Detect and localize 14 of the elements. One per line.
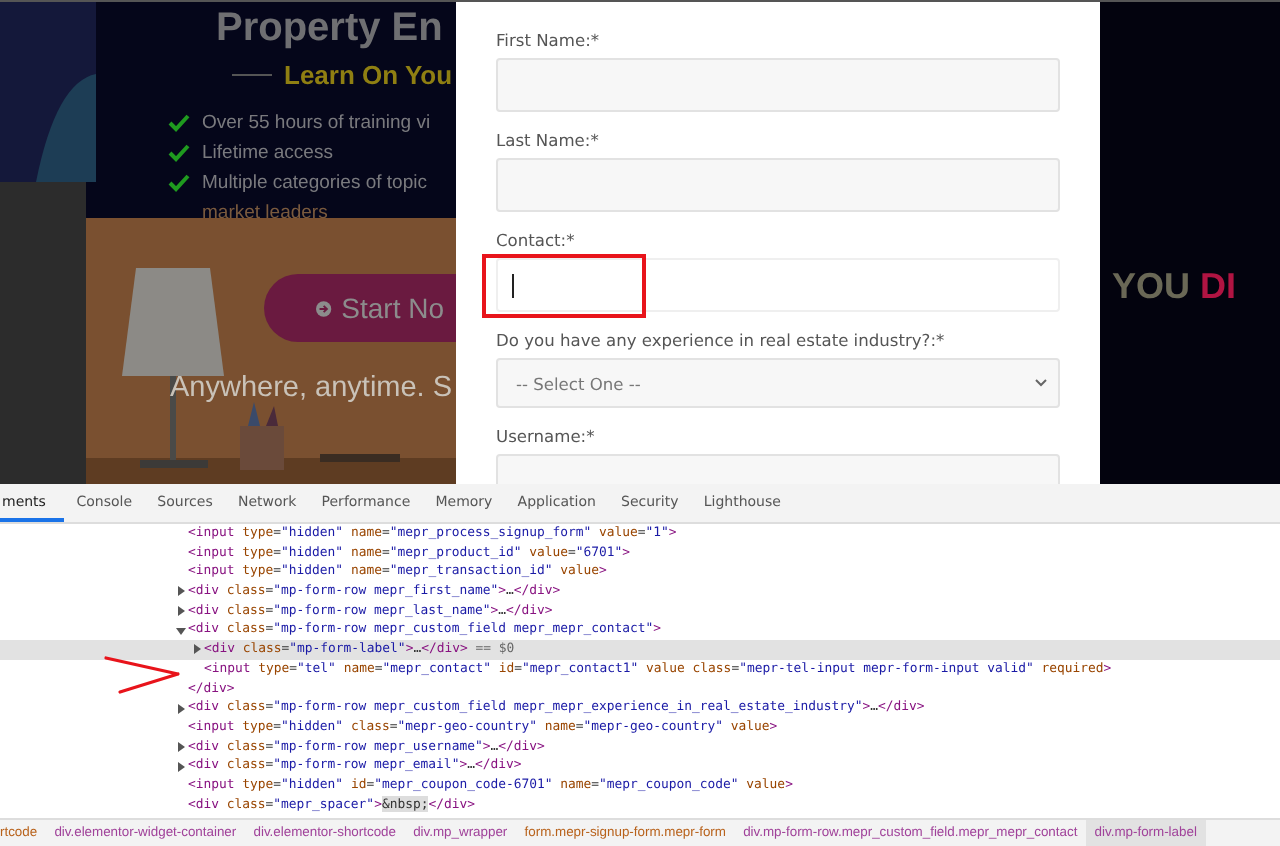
feature-text: Over 55 hours of training vi	[202, 111, 431, 133]
hero-title: Property En	[216, 4, 443, 52]
field-label: Username:*	[496, 426, 595, 448]
select-dropdown[interactable]: -- Select One --	[496, 358, 1060, 408]
field-label: First Name:*	[496, 30, 600, 52]
field-label: Last Name:*	[496, 130, 599, 152]
hero-tagline: Anywhere, anytime. S	[170, 372, 453, 404]
feature-text: Multiple categories of topic	[202, 171, 427, 193]
feature-text: market leaders	[202, 201, 328, 223]
feature-text: Lifetime access	[202, 141, 333, 163]
field-label: Do you have any experience in real estate industry?:*	[496, 330, 945, 352]
section-heading: YOU DI	[1112, 266, 1239, 308]
hero-subtitle: Learn On You	[284, 60, 453, 90]
field-label: Contact:*	[496, 230, 575, 252]
